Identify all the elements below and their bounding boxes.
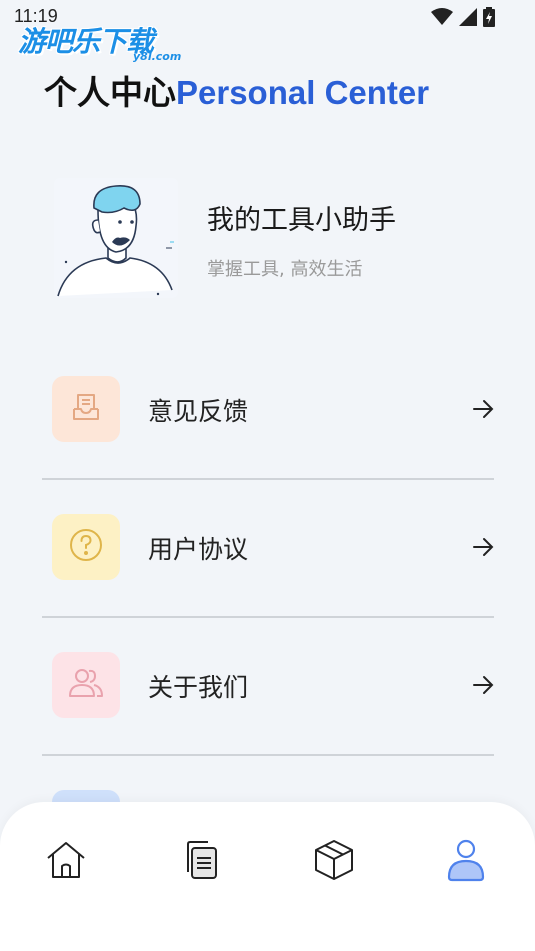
watermark-sub: y8l.com [133, 50, 182, 63]
avatar[interactable] [54, 178, 178, 298]
page-title-cn: 个人中心 [44, 73, 176, 112]
home-icon [44, 838, 88, 886]
nav-documents[interactable] [176, 838, 224, 886]
menu-label-feedback: 意见反馈 [148, 397, 249, 426]
box-icon [311, 837, 357, 887]
inbox-icon [68, 389, 104, 429]
page-title-en: Personal Center [176, 74, 430, 111]
profile-subtitle: 掌握工具, 高效生活 [207, 259, 363, 280]
menu-item-feedback[interactable]: 意见反馈 [42, 342, 494, 480]
users-icon [67, 665, 105, 705]
menu-label-about-us: 关于我们 [148, 673, 249, 702]
user-icon [443, 837, 489, 887]
menu-item-about-us[interactable]: 关于我们 [42, 618, 494, 756]
battery-icon [483, 7, 495, 31]
avatar-illustration [57, 185, 174, 297]
menu-label-user-agreement: 用户协议 [148, 535, 249, 564]
arrow-right-icon [472, 536, 494, 558]
status-icons [431, 7, 495, 31]
agreement-icon-box [52, 514, 120, 580]
documents-icon [178, 838, 222, 886]
nav-profile[interactable] [442, 838, 490, 886]
watermark-logo: 游吧乐下载 y8l.com [18, 20, 181, 63]
nav-tools[interactable] [310, 838, 358, 886]
feedback-icon-box [52, 376, 120, 442]
arrow-right-icon [472, 674, 494, 696]
question-icon [68, 527, 104, 567]
bottom-nav [0, 802, 535, 951]
nav-home[interactable] [42, 838, 90, 886]
arrow-right-icon [472, 398, 494, 420]
wifi-icon [431, 8, 453, 30]
menu-item-user-agreement[interactable]: 用户协议 [42, 480, 494, 618]
profile-name: 我的工具小助手 [207, 205, 396, 236]
page-title: 个人中心Personal Center [44, 66, 429, 114]
signal-icon [459, 8, 477, 30]
about-icon-box [52, 652, 120, 718]
